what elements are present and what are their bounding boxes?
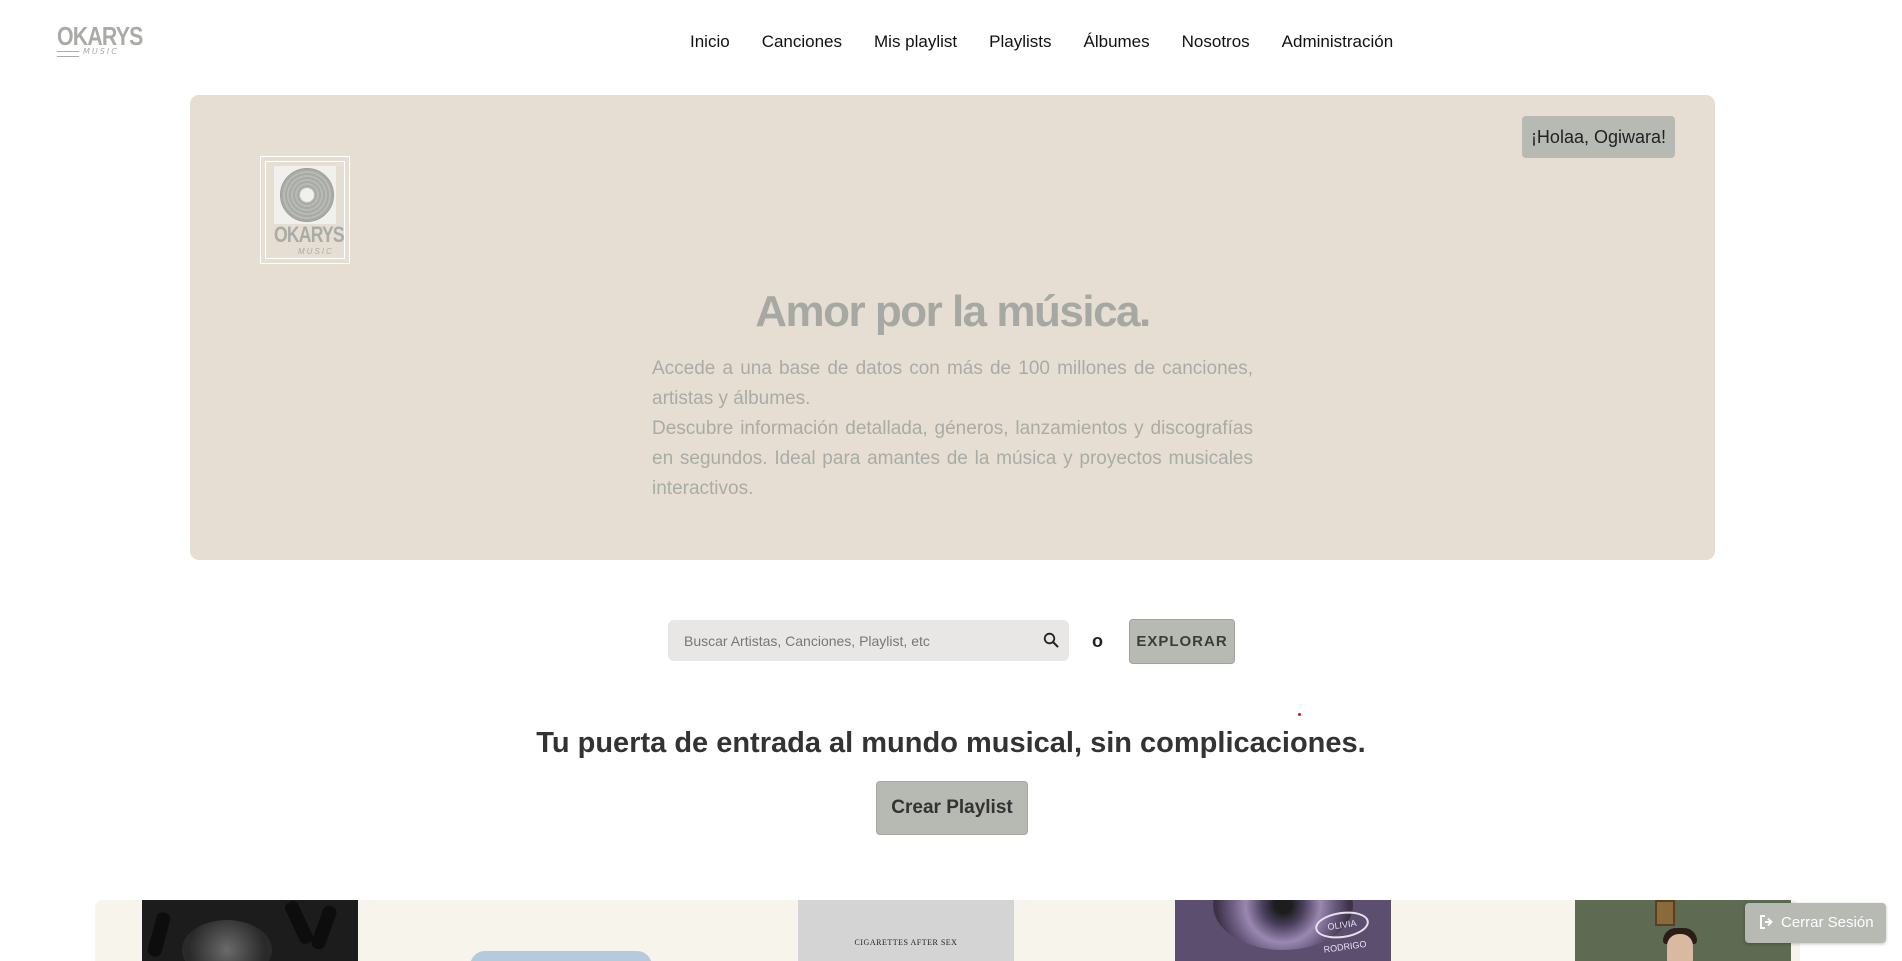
hero-logo-wordmark: OKARYS — [274, 222, 345, 247]
album-cover-title: CIGARETTES AFTER SEX — [854, 938, 958, 947]
search-icon[interactable] — [1043, 632, 1059, 648]
hero-banner: ¡Holaa, Ogiwara! OKARYS MUSIC Amor por l… — [190, 95, 1715, 560]
hero-paragraph-2: Descubre información detallada, géneros,… — [652, 418, 1253, 499]
explore-button[interactable]: EXPLORAR — [1129, 619, 1235, 664]
nav-link-administracion[interactable]: Administración — [1282, 31, 1394, 53]
brand-logo-lines — [57, 51, 79, 57]
hero-title: Amor por la música. — [755, 287, 1151, 336]
nav-link-mis-playlist[interactable]: Mis playlist — [874, 31, 957, 53]
hero-logo-tagline: MUSIC — [298, 247, 334, 256]
search-input[interactable] — [668, 620, 1028, 661]
carousel-card-olivia-rodrigo[interactable]: OLIVIA RODRIGO — [1175, 900, 1391, 961]
nav-link-albumes[interactable]: Álbumes — [1084, 31, 1150, 53]
create-playlist-button[interactable]: Crear Playlist — [876, 781, 1028, 835]
nav-link-inicio[interactable]: Inicio — [690, 31, 730, 53]
navbar: OKARYS MUSIC Inicio Canciones Mis playli… — [0, 0, 1902, 84]
nav-link-nosotros[interactable]: Nosotros — [1182, 31, 1250, 53]
hero-logo-frame: OKARYS MUSIC — [265, 161, 345, 259]
brand-logo[interactable]: OKARYS MUSIC — [57, 21, 143, 58]
hero-logo: OKARYS MUSIC — [260, 156, 350, 264]
carousel-card-cigarettes-after-sex[interactable]: CIGARETTES AFTER SEX — [798, 900, 1014, 961]
decorative-dot — [1298, 713, 1301, 716]
nav-link-playlists[interactable]: Playlists — [989, 31, 1051, 53]
search-bar — [668, 620, 1069, 661]
greeting-badge: ¡Holaa, Ogiwara! — [1521, 116, 1675, 158]
main-tagline: Tu puerta de entrada al mundo musical, s… — [536, 727, 1366, 759]
hero-description: Accede a una base de datos con más de 10… — [652, 354, 1253, 504]
logout-label: Cerrar Sesión — [1781, 914, 1874, 931]
logout-button[interactable]: Cerrar Sesión — [1745, 903, 1886, 943]
nav-link-canciones[interactable]: Canciones — [762, 31, 842, 53]
sign-out-icon — [1760, 915, 1773, 929]
or-separator: o — [1092, 631, 1103, 651]
brand-logo-wordmark: OKARYS — [57, 21, 143, 51]
carousel: CIGARETTES AFTER SEX OLIVIA RODRIGO — [95, 900, 1800, 961]
hero-paragraph-1: Accede a una base de datos con más de 10… — [652, 358, 1253, 409]
carousel-pill[interactable] — [470, 951, 652, 961]
vinyl-disc-icon — [274, 166, 336, 224]
carousel-card-concert[interactable] — [142, 900, 358, 961]
main-nav: Inicio Canciones Mis playlist Playlists … — [690, 31, 1425, 53]
